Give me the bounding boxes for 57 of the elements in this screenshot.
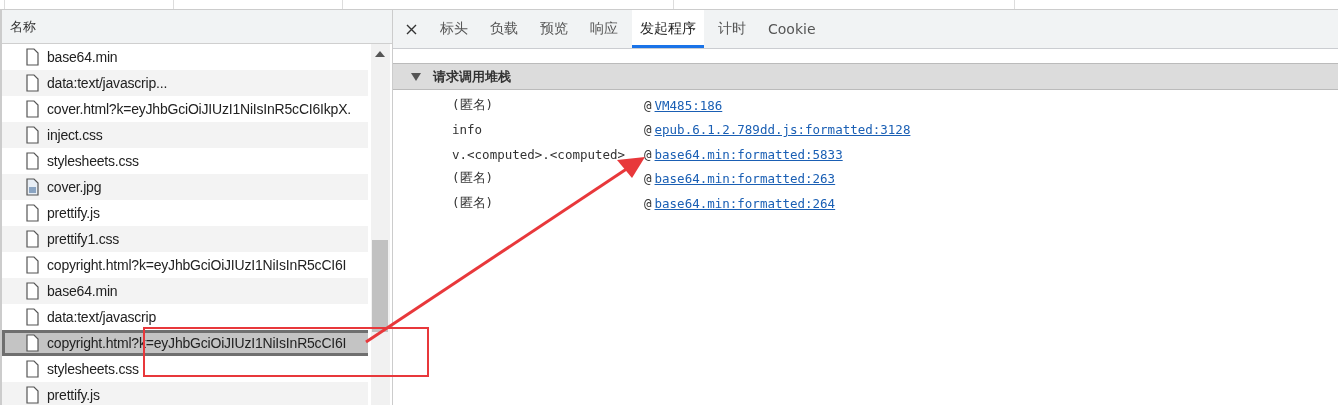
request-row[interactable]: stylesheets.css <box>2 148 368 174</box>
document-icon <box>26 230 39 248</box>
document-icon <box>26 48 39 66</box>
tab[interactable]: 计时 <box>710 10 754 48</box>
source-link[interactable]: base64.min:formatted:264 <box>654 195 836 211</box>
at-sign: @ <box>644 97 652 113</box>
at-sign: @ <box>644 122 652 138</box>
tab[interactable]: 预览 <box>532 10 576 48</box>
request-row[interactable]: prettify.js <box>2 382 368 405</box>
tab[interactable]: 标头 <box>432 10 476 48</box>
request-row[interactable]: data:text/javascrip... <box>2 70 368 96</box>
request-row[interactable]: base64.min <box>2 44 368 70</box>
function-name: info <box>451 122 484 138</box>
tab[interactable]: 响应 <box>582 10 626 48</box>
function-name: v.<computed>.<computed> <box>451 146 627 162</box>
section-header[interactable]: 请求调用堆栈 <box>393 63 1338 90</box>
document-icon <box>26 386 39 404</box>
document-icon <box>26 126 39 144</box>
request-row[interactable]: base64.min <box>2 278 368 304</box>
function-name: (匿名) <box>451 96 495 114</box>
scrollbar[interactable] <box>371 44 390 405</box>
request-row[interactable]: inject.css <box>2 122 368 148</box>
document-icon <box>26 308 39 326</box>
function-name: (匿名) <box>451 170 495 188</box>
tab[interactable]: 发起程序 <box>632 10 704 48</box>
at-sign: @ <box>644 171 652 187</box>
expand-triangle-icon <box>411 72 421 81</box>
column-header[interactable]: 名称 <box>2 10 392 44</box>
scrollbar-thumb[interactable] <box>372 240 388 332</box>
document-icon <box>26 74 39 92</box>
document-icon <box>26 100 39 118</box>
tab[interactable]: 负载 <box>482 10 526 48</box>
scroll-up-icon[interactable] <box>375 51 385 57</box>
tab[interactable]: Cookie <box>760 10 824 48</box>
request-row[interactable]: stylesheets.css <box>2 356 368 382</box>
source-link[interactable]: VM485:186 <box>654 97 723 113</box>
request-row[interactable]: prettify.js <box>2 200 368 226</box>
at-sign: @ <box>644 146 652 162</box>
at-sign: @ <box>644 195 652 211</box>
function-name: (匿名) <box>451 194 495 212</box>
source-link[interactable]: epub.6.1.2.789dd.js:formatted:3128 <box>654 122 911 138</box>
document-icon <box>26 282 39 300</box>
source-link[interactable]: base64.min:formatted:263 <box>654 171 836 187</box>
document-icon <box>26 360 39 378</box>
document-icon <box>26 152 39 170</box>
source-link[interactable]: base64.min:formatted:5833 <box>654 146 843 162</box>
section-title: 请求调用堆栈 <box>433 67 511 86</box>
request-row[interactable]: cover.html?k=eyJhbGciOiJIUzI1NiIsInR5cCI6IkpX. <box>2 96 368 122</box>
document-icon <box>26 334 39 352</box>
request-row[interactable]: cover.jpg <box>2 174 368 200</box>
document-icon <box>26 256 39 274</box>
image-file-icon <box>26 178 39 196</box>
request-row[interactable]: prettify1.css <box>2 226 368 252</box>
close-icon[interactable] <box>406 24 417 35</box>
document-icon <box>26 204 39 222</box>
request-row[interactable]: data:text/javascrip <box>2 304 368 330</box>
request-row[interactable]: copyright.html?k=eyJhbGciOiJIUzI1NiIsInR5cCI6I <box>2 252 368 278</box>
